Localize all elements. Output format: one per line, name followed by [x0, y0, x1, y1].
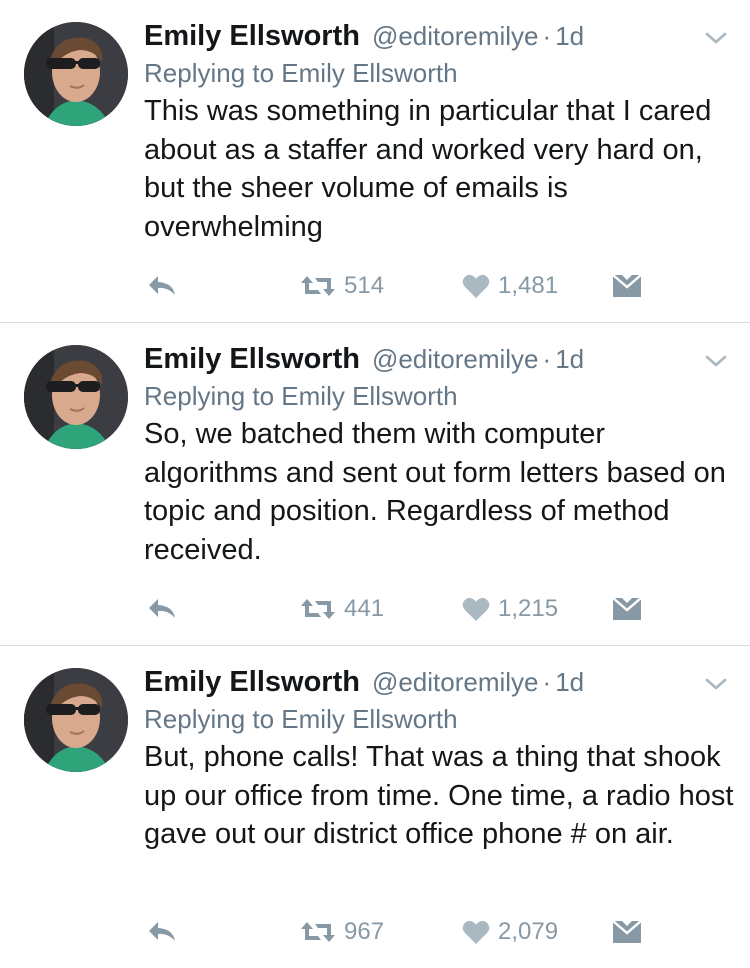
timestamp[interactable]: 1d [555, 344, 584, 375]
like-button[interactable]: 1,481 [462, 266, 558, 306]
heart-icon [462, 274, 490, 298]
avatar[interactable] [24, 22, 128, 126]
reply-arrow-icon [149, 599, 175, 618]
retweet-count: 967 [344, 918, 385, 945]
tweet-actions: 514 1,481 [144, 266, 744, 306]
envelope-icon [612, 597, 642, 620]
tweet[interactable]: Emily Ellsworth @editoremilye · 1d Reply… [0, 0, 750, 323]
tweet-actions: 441 1,215 [144, 589, 744, 629]
author-name[interactable]: Emily Ellsworth [144, 20, 360, 53]
chevron-down-icon[interactable] [704, 30, 728, 46]
tweet-text: So, we batched them with computer algori… [144, 418, 726, 566]
author-handle[interactable]: @editoremilye [372, 21, 539, 52]
retweet-button[interactable]: 514 [300, 266, 384, 306]
reply-arrow-icon [149, 922, 175, 941]
tweet[interactable]: Emily Ellsworth @editoremilye · 1d Reply… [0, 323, 750, 646]
reply-arrow-icon [149, 276, 175, 295]
retweet-count: 514 [344, 272, 385, 299]
replying-to[interactable]: Replying to Emily Ellsworth [144, 58, 458, 89]
timestamp[interactable]: 1d [555, 21, 584, 52]
like-count: 1,481 [498, 272, 559, 299]
replying-to[interactable]: Replying to Emily Ellsworth [144, 381, 458, 412]
author-handle[interactable]: @editoremilye [372, 344, 539, 375]
reply-button[interactable] [146, 266, 178, 306]
retweet-button[interactable]: 441 [300, 589, 384, 629]
direct-message-button[interactable] [612, 266, 642, 306]
chevron-down-icon[interactable] [704, 353, 728, 369]
tweet-thread: Emily Ellsworth @editoremilye · 1d Reply… [0, 0, 750, 968]
direct-message-button[interactable] [612, 589, 642, 629]
timestamp[interactable]: 1d [555, 667, 584, 698]
tweet[interactable]: Emily Ellsworth @editoremilye · 1d Reply… [0, 646, 750, 968]
replying-to[interactable]: Replying to Emily Ellsworth [144, 704, 458, 735]
direct-message-button[interactable] [612, 912, 642, 952]
chevron-down-icon[interactable] [704, 676, 728, 692]
tweet-header: Emily Ellsworth @editoremilye · 1d [144, 343, 584, 376]
avatar[interactable] [24, 345, 128, 449]
heart-icon [462, 920, 490, 944]
author-handle[interactable]: @editoremilye [372, 667, 539, 698]
retweet-count: 441 [344, 595, 385, 622]
reply-button[interactable] [146, 912, 178, 952]
author-name[interactable]: Emily Ellsworth [144, 343, 360, 376]
tweet-text: This was something in particular that I … [144, 95, 712, 243]
author-name[interactable]: Emily Ellsworth [144, 666, 360, 699]
avatar-image [24, 345, 128, 449]
like-count: 1,215 [498, 595, 559, 622]
envelope-icon [612, 274, 642, 297]
like-button[interactable]: 1,215 [462, 589, 558, 629]
like-button[interactable]: 2,079 [462, 912, 558, 952]
separator: · [542, 21, 552, 51]
reply-button[interactable] [146, 589, 178, 629]
retweet-icon [301, 922, 335, 942]
tweet-text: But, phone calls! That was a thing that … [144, 741, 734, 850]
retweet-icon [301, 276, 335, 296]
tweet-header: Emily Ellsworth @editoremilye · 1d [144, 20, 584, 53]
like-count: 2,079 [498, 918, 559, 945]
avatar-image [24, 22, 128, 126]
separator: · [542, 344, 552, 374]
tweet-actions: 967 2,079 [144, 912, 744, 952]
retweet-button[interactable]: 967 [300, 912, 384, 952]
envelope-icon [612, 920, 642, 943]
tweet-header: Emily Ellsworth @editoremilye · 1d [144, 666, 584, 699]
avatar[interactable] [24, 668, 128, 772]
avatar-image [24, 668, 128, 772]
heart-icon [462, 597, 490, 621]
retweet-icon [301, 599, 335, 619]
separator: · [542, 667, 552, 697]
